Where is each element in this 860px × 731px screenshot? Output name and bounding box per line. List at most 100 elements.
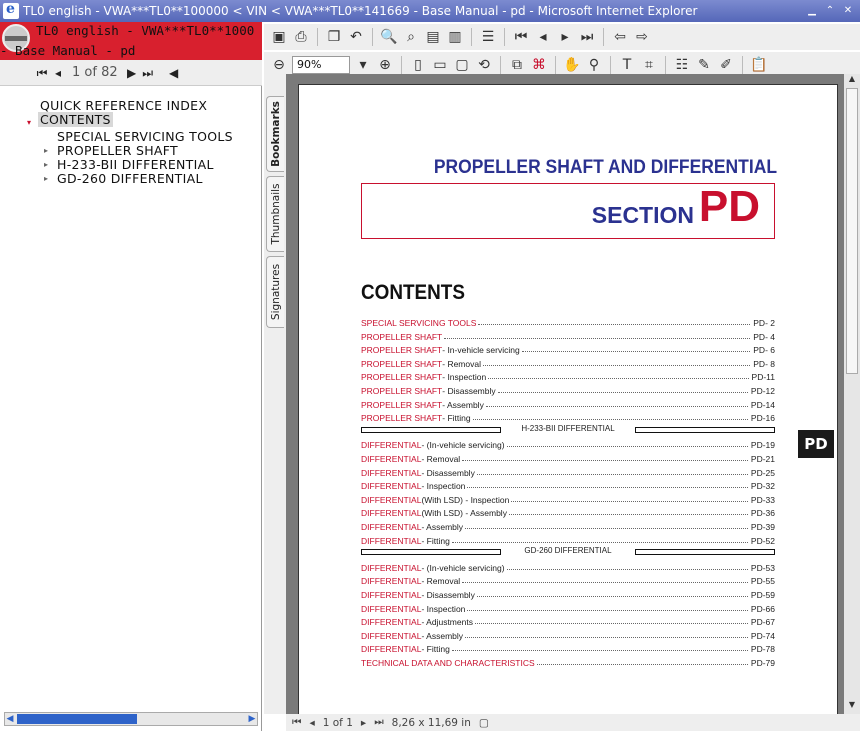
toc-entry-title[interactable]: DIFFERENTIAL — [361, 508, 421, 518]
tree-item-quick-reference[interactable]: QUICK REFERENCE INDEX — [40, 98, 207, 113]
toc-entry[interactable]: DIFFERENTIAL - Disassembly PD-25 — [361, 465, 775, 478]
expand-toggle-icon[interactable]: ▸ — [44, 174, 48, 183]
rotate-icon[interactable]: ⟲ — [475, 56, 493, 74]
pdf-icon[interactable]: ⌘ — [530, 56, 548, 74]
first-page-icon[interactable]: ⏮ — [292, 716, 301, 729]
toc-entry[interactable]: PROPELLER SHAFT - Inspection PD-11 — [361, 369, 775, 382]
toc-entry[interactable]: DIFFERENTIAL - Removal PD-55 — [361, 573, 775, 586]
toc-entry-title[interactable]: PROPELLER SHAFT — [361, 386, 442, 396]
toc-entry-title[interactable]: PROPELLER SHAFT — [361, 359, 442, 369]
toc-entry[interactable]: TECHNICAL DATA AND CHARACTERISTICS PD-79 — [361, 655, 775, 668]
toc-entry-title[interactable]: DIFFERENTIAL — [361, 604, 421, 614]
zoom-in-icon[interactable]: ⊕ — [376, 56, 394, 74]
toc-entry-title[interactable]: DIFFERENTIAL — [361, 468, 421, 478]
scroll-thumb[interactable] — [17, 714, 137, 724]
scroll-left-icon[interactable]: ◀ — [5, 713, 15, 725]
search-icon[interactable]: ⌕ — [402, 28, 420, 46]
toc-entry[interactable]: PROPELLER SHAFT - In-vehicle servicing PD… — [361, 342, 775, 355]
layout-single-icon[interactable]: ▢ — [479, 717, 489, 729]
restore-button[interactable]: ⌃ — [822, 4, 838, 18]
toc-entry[interactable]: PROPELLER SHAFT PD- 4 — [361, 329, 775, 342]
toc-entry[interactable]: SPECIAL SERVICING TOOLS PD- 2 — [361, 315, 775, 328]
toc-entry-title[interactable]: DIFFERENTIAL — [361, 617, 421, 627]
vertical-scrollbar[interactable]: ▲ ▼ — [844, 74, 860, 714]
notes-icon[interactable]: ☷ — [673, 56, 691, 74]
toc-entry[interactable]: DIFFERENTIAL - Assembly PD-39 — [361, 519, 775, 532]
toc-entry[interactable]: PROPELLER SHAFT - Fitting PD-16 — [361, 410, 775, 423]
tree-item-propeller-shaft[interactable]: PROPELLER SHAFT — [57, 143, 178, 158]
tree-item-special-tools[interactable]: SPECIAL SERVICING TOOLS — [57, 129, 233, 144]
zoom-input[interactable]: 90% — [292, 56, 350, 74]
tab-signatures[interactable]: Signatures — [266, 256, 284, 328]
snapshot-icon[interactable]: ⌗ — [640, 56, 658, 74]
toc-entry-title[interactable]: DIFFERENTIAL — [361, 440, 421, 450]
go-back-icon[interactable]: ⇦ — [611, 28, 629, 46]
first-page-button[interactable]: ⏮ — [34, 65, 50, 81]
page-next-view-icon[interactable]: ▥ — [446, 28, 464, 46]
tab-bookmarks[interactable]: Bookmarks — [266, 96, 284, 172]
expand-toggle-icon[interactable]: ▸ — [44, 146, 48, 155]
toc-entry-title[interactable]: DIFFERENTIAL — [361, 481, 421, 491]
toc-entry[interactable]: DIFFERENTIAL - Removal PD-21 — [361, 451, 775, 464]
toc-entry[interactable]: DIFFERENTIAL (With LSD) - Assembly PD-36 — [361, 505, 775, 518]
toc-entry[interactable]: DIFFERENTIAL - (In-vehicle servicing) PD-… — [361, 437, 775, 450]
close-button[interactable]: ✕ — [840, 4, 856, 18]
print-icon[interactable]: ⎙ — [292, 28, 310, 46]
first-page-icon[interactable]: ⏮ — [512, 28, 530, 46]
last-page-button[interactable]: ⏭ — [140, 65, 156, 81]
toc-entry-title[interactable]: DIFFERENTIAL — [361, 631, 421, 641]
toc-entry[interactable]: PROPELLER SHAFT - Disassembly PD-12 — [361, 383, 775, 396]
expand-toggle-icon[interactable]: ▸ — [44, 160, 48, 169]
copy-icon[interactable]: ❐ — [325, 28, 343, 46]
toc-entry-title[interactable]: PROPELLER SHAFT — [361, 413, 442, 423]
toc-entry-title[interactable]: PROPELLER SHAFT — [361, 332, 442, 342]
page-prev-view-icon[interactable]: ▤ — [424, 28, 442, 46]
scroll-thumb[interactable] — [846, 88, 858, 374]
toc-entry[interactable]: DIFFERENTIAL - Fitting PD-78 — [361, 641, 775, 654]
last-page-icon[interactable]: ⏭ — [374, 716, 383, 729]
toc-entry-title[interactable]: DIFFERENTIAL — [361, 576, 421, 586]
toc-entry[interactable]: DIFFERENTIAL (With LSD) - Inspection PD-3… — [361, 492, 775, 505]
prev-page-button[interactable]: ◂ — [50, 65, 66, 81]
toc-entry-title[interactable]: PROPELLER SHAFT — [361, 345, 442, 355]
zoom-dropdown-icon[interactable]: ▾ — [354, 56, 372, 74]
pencil-icon[interactable]: ✎ — [695, 56, 713, 74]
scroll-right-icon[interactable]: ▶ — [247, 713, 257, 725]
save-icon[interactable]: ▣ — [270, 28, 288, 46]
clipboard-icon[interactable]: 📋 — [750, 56, 768, 74]
toc-entry-title[interactable]: DIFFERENTIAL — [361, 644, 421, 654]
toc-entry-title[interactable]: PROPELLER SHAFT — [361, 372, 442, 382]
undo-icon[interactable]: ↶ — [347, 28, 365, 46]
go-forward-icon[interactable]: ⇨ — [633, 28, 651, 46]
toc-entry-title[interactable]: SPECIAL SERVICING TOOLS — [361, 318, 476, 328]
toc-entry-title[interactable]: TECHNICAL DATA AND CHARACTERISTICS — [361, 658, 535, 668]
hand-tool-icon[interactable]: ✋ — [563, 56, 581, 74]
scroll-down-icon[interactable]: ▼ — [846, 700, 858, 712]
prev-page-icon[interactable]: ◂ — [309, 717, 314, 729]
toc-entry-title[interactable]: PROPELLER SHAFT — [361, 400, 442, 410]
actual-size-icon[interactable]: ▯ — [409, 56, 427, 74]
fit-page-icon[interactable]: ▭ — [431, 56, 449, 74]
toc-entry[interactable]: DIFFERENTIAL - Fitting PD-52 — [361, 533, 775, 546]
next-page-icon[interactable]: ▸ — [556, 28, 574, 46]
highlighter-icon[interactable]: ✐ — [717, 56, 735, 74]
zoom-out-icon[interactable]: ⊖ — [270, 56, 288, 74]
find-icon[interactable]: 🔍 — [380, 28, 398, 46]
prev-page-icon[interactable]: ◂ — [534, 28, 552, 46]
toc-entry[interactable]: PROPELLER SHAFT - Assembly PD-14 — [361, 397, 775, 410]
toc-entry[interactable]: DIFFERENTIAL - Assembly PD-74 — [361, 628, 775, 641]
text-select-icon[interactable]: T — [618, 56, 636, 74]
zoom-tool-icon[interactable]: ⚲ — [585, 56, 603, 74]
scroll-up-icon[interactable]: ▲ — [846, 74, 858, 86]
toc-entry-title[interactable]: DIFFERENTIAL — [361, 454, 421, 464]
panel-toggle-icon[interactable]: ☰ — [479, 28, 497, 46]
toc-entry[interactable]: PROPELLER SHAFT - Removal PD- 8 — [361, 356, 775, 369]
minimize-button[interactable]: ▁ — [804, 4, 820, 18]
next-page-icon[interactable]: ▸ — [361, 717, 366, 729]
toc-entry[interactable]: DIFFERENTIAL - Disassembly PD-59 — [361, 587, 775, 600]
fit-width-icon[interactable]: ▢ — [453, 56, 471, 74]
tree-item-h233-differential[interactable]: H-233-BII DIFFERENTIAL — [57, 157, 214, 172]
next-page-button[interactable]: ▶ — [124, 65, 140, 81]
toc-entry[interactable]: DIFFERENTIAL - Adjustments PD-67 — [361, 614, 775, 627]
toc-entry[interactable]: DIFFERENTIAL - (In-vehicle servicing) PD-… — [361, 560, 775, 573]
